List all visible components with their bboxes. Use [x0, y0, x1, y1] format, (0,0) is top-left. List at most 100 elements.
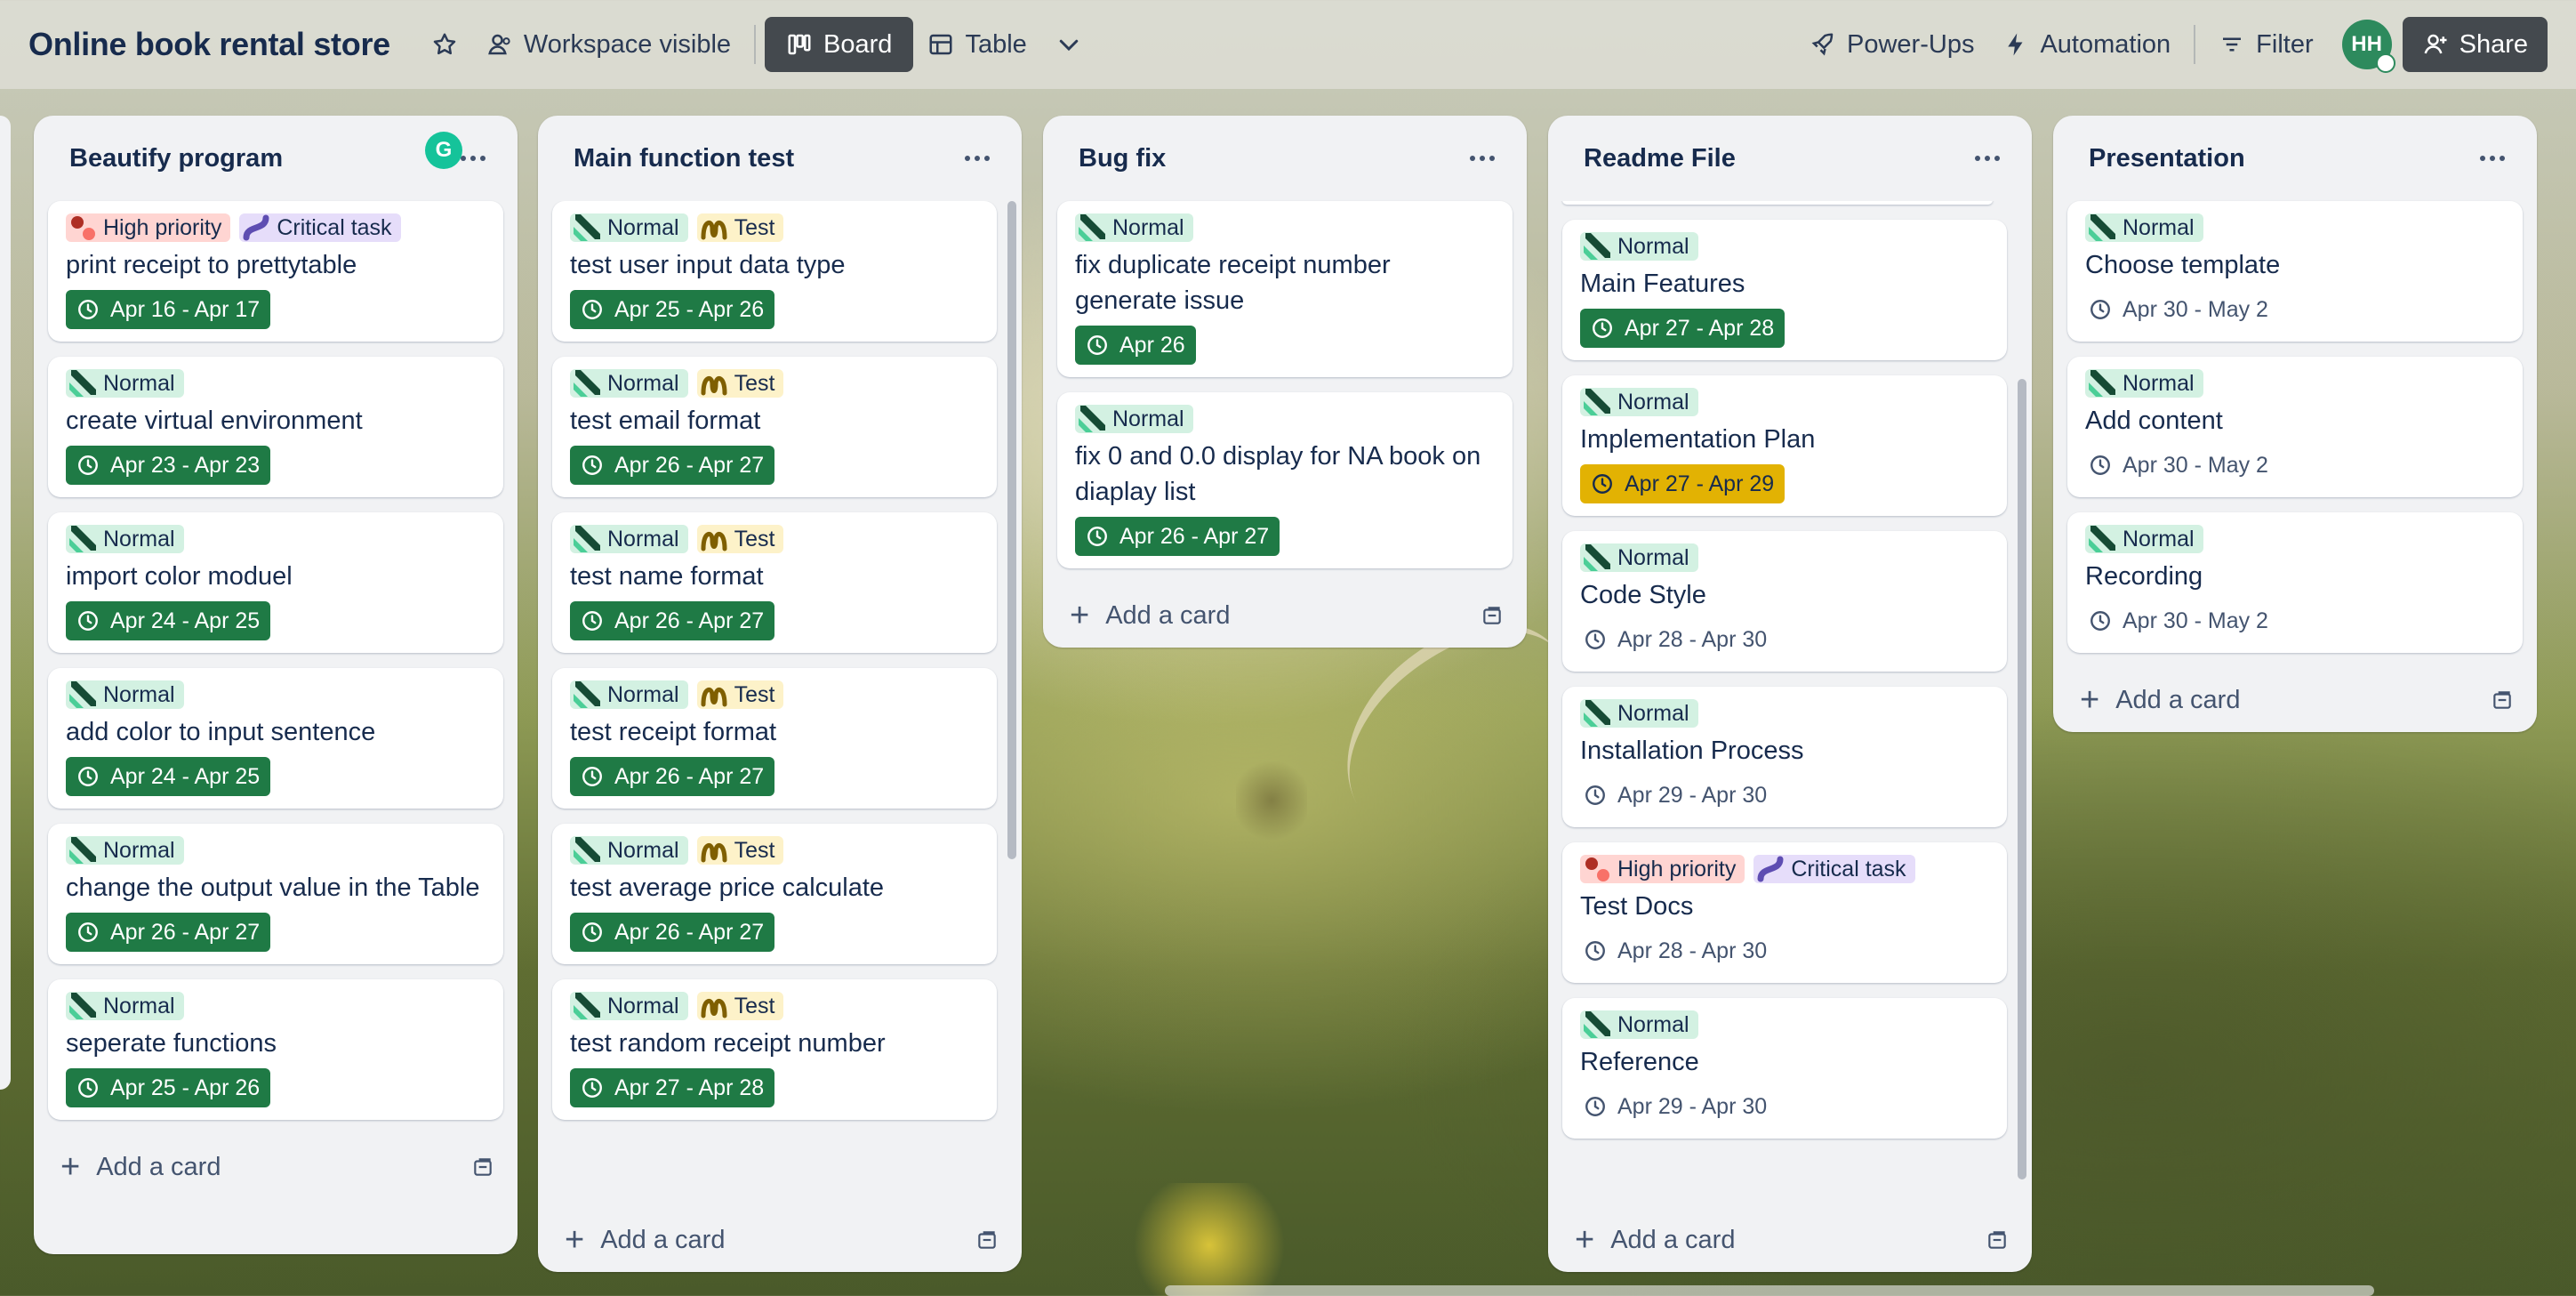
card[interactable]: Normal Test test random receipt number Apr … — [552, 979, 997, 1120]
card[interactable]: Normal add color to input sentence Apr 24 … — [48, 668, 503, 809]
template-icon[interactable] — [471, 1155, 494, 1179]
label-normal[interactable]: Normal — [1580, 388, 1698, 416]
label-normal[interactable]: Normal — [1075, 405, 1193, 433]
card[interactable]: Normal Add content Apr 30 - May 2 — [2067, 357, 2523, 497]
list-title[interactable]: Bug fix — [1079, 144, 1465, 173]
card[interactable]: High priority Critical task print receipt … — [48, 201, 503, 342]
label-normal[interactable]: Normal — [66, 369, 184, 398]
label-critical[interactable]: Critical task — [239, 213, 401, 242]
due-date-badge[interactable]: Apr 27 - Apr 29 — [1580, 464, 1786, 503]
card[interactable]: Normal Main Features Apr 27 - Apr 28 — [1562, 220, 2007, 360]
list-actions-icon[interactable] — [959, 141, 995, 176]
table-view-button[interactable]: Table — [913, 17, 1040, 72]
due-date-badge[interactable]: Apr 29 - Apr 30 — [1580, 776, 1778, 815]
star-button[interactable] — [417, 17, 472, 72]
add-card-button[interactable]: + Add a card — [1043, 584, 1527, 648]
list-title[interactable]: Readme File — [1584, 144, 1970, 173]
due-date-badge[interactable]: Apr 28 - Apr 30 — [1580, 620, 1778, 659]
label-normal[interactable]: Normal — [1075, 213, 1193, 242]
list-title[interactable]: Presentation — [2089, 144, 2475, 173]
card[interactable]: Normal Installation Process Apr 29 - Apr 3… — [1562, 687, 2007, 827]
add-card-button[interactable]: + Add a card — [34, 1135, 518, 1199]
template-icon[interactable] — [1986, 1228, 2009, 1252]
due-date-badge[interactable]: Apr 28 - Apr 30 — [1580, 931, 1778, 970]
automation-button[interactable]: Automation — [1988, 17, 2185, 72]
list-actions-icon[interactable] — [1970, 141, 2005, 176]
label-normal[interactable]: Normal — [2085, 213, 2203, 242]
card[interactable]: Normal fix 0 and 0.0 display for NA book … — [1057, 392, 1513, 568]
label-normal[interactable]: Normal — [2085, 369, 2203, 398]
template-icon[interactable] — [2491, 688, 2514, 712]
views-dropdown-button[interactable] — [1041, 17, 1096, 72]
share-button[interactable]: Share — [2402, 17, 2548, 72]
due-date-badge[interactable]: Apr 30 - May 2 — [2085, 446, 2279, 485]
template-icon[interactable] — [1481, 604, 1504, 627]
card[interactable]: Normal change the output value in the Tab… — [48, 824, 503, 964]
list-scrollbar[interactable] — [1007, 201, 1016, 859]
filter-button[interactable]: Filter — [2204, 17, 2327, 72]
card[interactable]: Normal Recording Apr 30 - May 2 — [2067, 512, 2523, 653]
label-normal[interactable]: Normal — [66, 992, 184, 1020]
workspace-visibility-button[interactable]: Workspace visible — [472, 17, 745, 72]
list-scrollbar[interactable] — [2018, 379, 2026, 1179]
due-date-badge[interactable]: Apr 24 - Apr 25 — [66, 601, 271, 640]
label-normal[interactable]: Normal — [570, 680, 688, 709]
board-horizontal-scrollbar[interactable] — [1165, 1285, 2374, 1296]
card[interactable]: Normal seperate functions Apr 25 - Apr 26 — [48, 979, 503, 1120]
card[interactable]: Normal Implementation Plan Apr 27 - Apr 29 — [1562, 375, 2007, 516]
due-date-badge[interactable]: Apr 25 - Apr 26 — [570, 290, 775, 329]
card[interactable]: Normal Test test average price calculate Ap… — [552, 824, 997, 964]
label-normal[interactable]: Normal — [1580, 232, 1698, 261]
label-normal[interactable]: Normal — [66, 836, 184, 865]
label-normal[interactable]: Normal — [570, 369, 688, 398]
template-icon[interactable] — [975, 1228, 999, 1252]
card[interactable]: Normal Test test user input data type Apr 2… — [552, 201, 997, 342]
list-actions-icon[interactable] — [1465, 141, 1500, 176]
card[interactable]: Normal Test test name format Apr 26 - Apr 2… — [552, 512, 997, 653]
due-date-badge[interactable]: Apr 26 - Apr 27 — [570, 913, 775, 952]
due-date-badge[interactable]: Apr 26 — [1075, 326, 1196, 365]
card[interactable]: Normal Test test email format Apr 26 - Apr … — [552, 357, 997, 497]
card[interactable]: Normal fix duplicate receipt number gener… — [1057, 201, 1513, 377]
add-card-button[interactable]: + Add a card — [1548, 1208, 2032, 1272]
avatar[interactable]: HH — [2341, 20, 2395, 73]
label-critical[interactable]: Critical task — [1753, 855, 1915, 883]
label-normal[interactable]: Normal — [570, 525, 688, 553]
due-date-badge[interactable]: Apr 29 - Apr 30 — [1580, 1087, 1778, 1126]
due-date-badge[interactable]: Apr 16 - Apr 17 — [66, 290, 271, 329]
due-date-badge[interactable]: Apr 26 - Apr 27 — [66, 913, 271, 952]
card[interactable]: High priority Critical task Test Docs Apr 2… — [1562, 842, 2007, 983]
label-high[interactable]: High priority — [1580, 855, 1745, 883]
grammarly-icon[interactable]: G — [425, 132, 462, 169]
card[interactable]: Normal import color moduel Apr 24 - Apr 25 — [48, 512, 503, 653]
label-normal[interactable]: Normal — [1580, 1010, 1698, 1039]
label-normal[interactable]: Normal — [2085, 525, 2203, 553]
due-date-badge[interactable]: Apr 27 - Apr 28 — [1580, 309, 1786, 348]
board-title[interactable]: Online book rental store — [28, 26, 390, 63]
due-date-badge[interactable]: Apr 27 - Apr 28 — [570, 1068, 775, 1107]
due-date-badge[interactable]: Apr 23 - Apr 23 — [66, 446, 271, 485]
due-date-badge[interactable]: Apr 26 - Apr 27 — [570, 757, 775, 796]
due-date-badge[interactable]: Apr 24 - Apr 25 — [66, 757, 271, 796]
label-test[interactable]: Test — [696, 369, 784, 398]
label-normal[interactable]: Normal — [570, 992, 688, 1020]
label-normal[interactable]: Normal — [570, 836, 688, 865]
add-card-button[interactable]: + Add a card — [2053, 668, 2537, 732]
power-ups-button[interactable]: Power-Ups — [1795, 17, 1988, 72]
list-actions-icon[interactable] — [2475, 141, 2510, 176]
label-normal[interactable]: Normal — [66, 525, 184, 553]
due-date-badge[interactable]: Apr 25 - Apr 26 — [66, 1068, 271, 1107]
due-date-badge[interactable]: Apr 26 - Apr 27 — [570, 446, 775, 485]
label-test[interactable]: Test — [696, 525, 784, 553]
label-test[interactable]: Test — [696, 213, 784, 242]
card[interactable]: Normal Choose template Apr 30 - May 2 — [2067, 201, 2523, 342]
add-card-button[interactable]: + Add a card — [538, 1208, 1022, 1272]
label-normal[interactable]: Normal — [1580, 543, 1698, 572]
label-test[interactable]: Test — [696, 992, 784, 1020]
label-high[interactable]: High priority — [66, 213, 231, 242]
card[interactable]: Normal create virtual environment Apr 23 -… — [48, 357, 503, 497]
due-date-badge[interactable]: Apr 30 - May 2 — [2085, 601, 2279, 640]
list-title[interactable]: Main function test — [574, 144, 959, 173]
label-normal[interactable]: Normal — [66, 680, 184, 709]
card-partial[interactable] — [1562, 201, 1993, 205]
